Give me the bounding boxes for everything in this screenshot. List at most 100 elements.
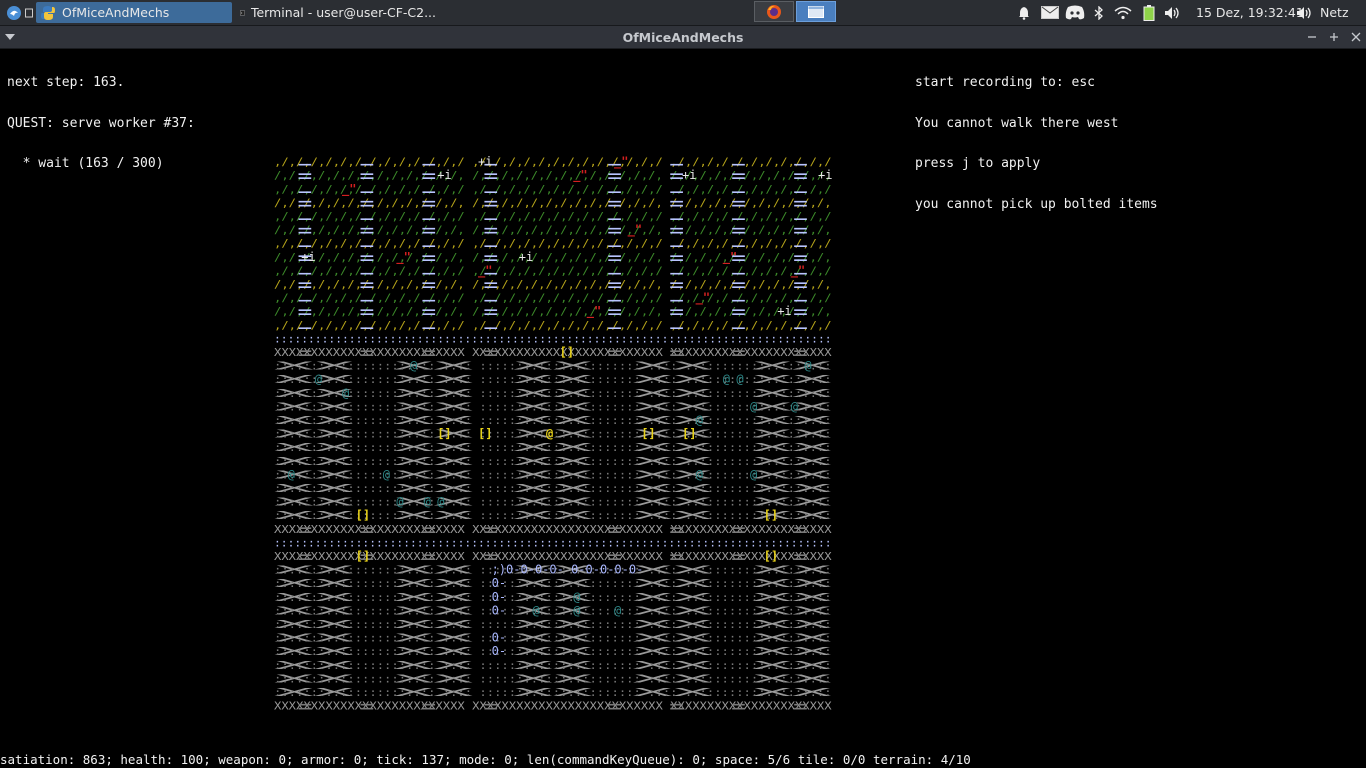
enemy-creature: _" <box>396 250 410 265</box>
machine-part: 0- <box>492 576 506 590</box>
machine-part: 0- <box>492 644 506 658</box>
npc-worker: @ <box>750 399 757 413</box>
floor-row: :::::::::::::::::::::: :::: ::::::::::::… <box>274 360 832 373</box>
npc-worker: @ <box>573 590 580 604</box>
window-titlebar[interactable]: OfMiceAndMechs <box>0 26 1366 49</box>
bluetooth-button[interactable] <box>1090 0 1108 25</box>
enemy-creature: _" <box>723 250 737 265</box>
door-tile: [] <box>437 427 451 441</box>
terminal-icon <box>240 10 245 15</box>
door-tile: [] <box>560 345 574 359</box>
message-line: press j to apply <box>915 156 1041 171</box>
map-canvas: ,/,/,/,/,/,/,/,/,/,/,/,/,/ ,/,/,/,/,/,/,… <box>274 155 832 713</box>
game-viewport[interactable]: next step: 163. QUEST: serve worker #37:… <box>0 49 1366 768</box>
volume-button[interactable] <box>1163 0 1183 25</box>
floor-row: :::::::::::::::::::::: :::: ::::::::::::… <box>274 577 832 590</box>
door-tile: [] <box>356 549 370 563</box>
game-map[interactable]: ,/,/,/,/,/,/,/,/,/,/,/,/,/ ,/,/,/,/,/,/,… <box>274 155 832 713</box>
taskbar: OfMiceAndMechs Terminal - user@user-CF-C… <box>0 0 1366 26</box>
floor-row: :::::::::::::::::::::: :::: ::::::::::::… <box>274 659 832 672</box>
speaker-icon <box>1297 6 1311 19</box>
door-tile: [] <box>641 427 655 441</box>
npc-worker: @ <box>723 372 730 386</box>
floor-row: :::::::::::::::::::::: :::: ::::::::::::… <box>274 496 832 509</box>
path-row: .... .... <box>274 292 832 305</box>
window-title: OfMiceAndMechs <box>622 30 744 45</box>
task-button-terminal[interactable]: Terminal - user@user-CF-C2... <box>236 0 436 25</box>
path-row: .... .... <box>274 237 832 250</box>
bell-icon <box>1019 6 1029 20</box>
door-tile: [] <box>682 427 696 441</box>
discord-button[interactable] <box>1064 0 1086 25</box>
path-row: .... .... <box>274 210 832 223</box>
floor-row: :::::::::::::::::::::: :::: ::::::::::::… <box>274 468 832 481</box>
path-row: .... .... <box>274 156 832 169</box>
floor-row: :::::::::::::::::::::: :::: ::::::::::::… <box>274 604 832 617</box>
message-line: You cannot walk there west <box>915 115 1119 131</box>
wifi-icon <box>1114 6 1132 19</box>
item-pickup: +i <box>818 168 832 182</box>
path-row: :::: :::: <box>274 169 832 182</box>
minimize-button[interactable] <box>1303 28 1321 46</box>
window-icon <box>808 5 824 18</box>
npc-worker: @ <box>791 399 798 413</box>
path-row: :::: :::: <box>274 278 832 291</box>
notification-button[interactable] <box>1015 0 1033 25</box>
machine-part: 0- <box>492 590 506 604</box>
enemy-creature: _" <box>587 304 601 319</box>
firefox-launcher[interactable] <box>754 1 794 22</box>
window-switcher[interactable] <box>796 1 836 22</box>
task-label-terminal: Terminal - user@user-CF-C2... <box>250 5 436 20</box>
npc-worker: @ <box>424 495 431 509</box>
npc-worker: @ <box>614 603 621 617</box>
clock[interactable]: 15 Dez, 19:32:41 <box>1196 0 1304 25</box>
task-button-ofmiceandmechs[interactable]: OfMiceAndMechs <box>36 2 232 23</box>
enemy-creature: _" <box>614 155 628 170</box>
show-desktop-icon <box>25 8 33 17</box>
floor-row: :::::::::::::::::::::: :::: ::::::::::::… <box>274 618 832 631</box>
floor-row: :::::::::::::::::::::: :::: ::::::::::::… <box>274 400 832 413</box>
network-label[interactable]: Netz <box>1320 0 1349 25</box>
item-pickup: +i <box>478 155 492 169</box>
close-icon <box>1351 32 1361 42</box>
enemy-creature: _" <box>791 263 805 278</box>
floor-row: :::: :::: <box>274 700 832 713</box>
enemy-creature: _" <box>696 291 710 306</box>
npc-worker: @ <box>342 386 349 400</box>
machine-part: 0- <box>492 603 506 617</box>
path-row: :::: :::: <box>274 305 832 318</box>
volume-applet-button[interactable] <box>1295 0 1315 25</box>
floor-row: :::::::::::::::::::::: :::: ::::::::::::… <box>274 686 832 699</box>
path-row: .... .... <box>274 264 832 277</box>
npc-worker: @ <box>396 495 403 509</box>
quest-progress-line: * wait (163 / 300) <box>7 156 164 171</box>
status-bar: satiation: 863; health: 100; weapon: 0; … <box>0 752 971 767</box>
enemy-creature: _" <box>573 168 587 183</box>
npc-worker: @ <box>696 413 703 427</box>
machine-belt: ;)0-0-0-0- 0-0-0-0-0- <box>492 563 644 577</box>
next-step-line: next step: 163. <box>7 75 125 90</box>
npc-worker: @ <box>410 359 417 373</box>
npc-worker: @ <box>383 467 390 481</box>
firefox-icon <box>767 4 781 19</box>
close-button[interactable] <box>1347 28 1365 46</box>
walkway-row: ::::::::::::::::::::::::::::::::::::::::… <box>274 536 832 549</box>
battery-button[interactable] <box>1140 0 1158 25</box>
wifi-button[interactable] <box>1112 0 1134 25</box>
path-row: :::: :::: <box>274 196 832 209</box>
npc-worker: @ <box>696 467 703 481</box>
item-pickup: +i <box>437 168 451 182</box>
app-menu-button[interactable] <box>4 0 24 25</box>
machine-part: 0- <box>492 631 506 645</box>
task-label-active: OfMiceAndMechs <box>62 5 170 20</box>
enemy-creature: _" <box>478 263 492 278</box>
maximize-button[interactable] <box>1325 28 1343 46</box>
npc-worker: @ <box>288 467 295 481</box>
enemy-creature: _" <box>628 223 642 238</box>
show-desktop-button[interactable] <box>24 0 34 25</box>
item-pickup: +i <box>301 250 315 264</box>
message-line: you cannot pick up bolted items <box>915 196 1158 212</box>
bluetooth-icon <box>1094 5 1103 20</box>
path-row: .... .... <box>274 183 832 196</box>
mail-button[interactable] <box>1040 0 1060 25</box>
